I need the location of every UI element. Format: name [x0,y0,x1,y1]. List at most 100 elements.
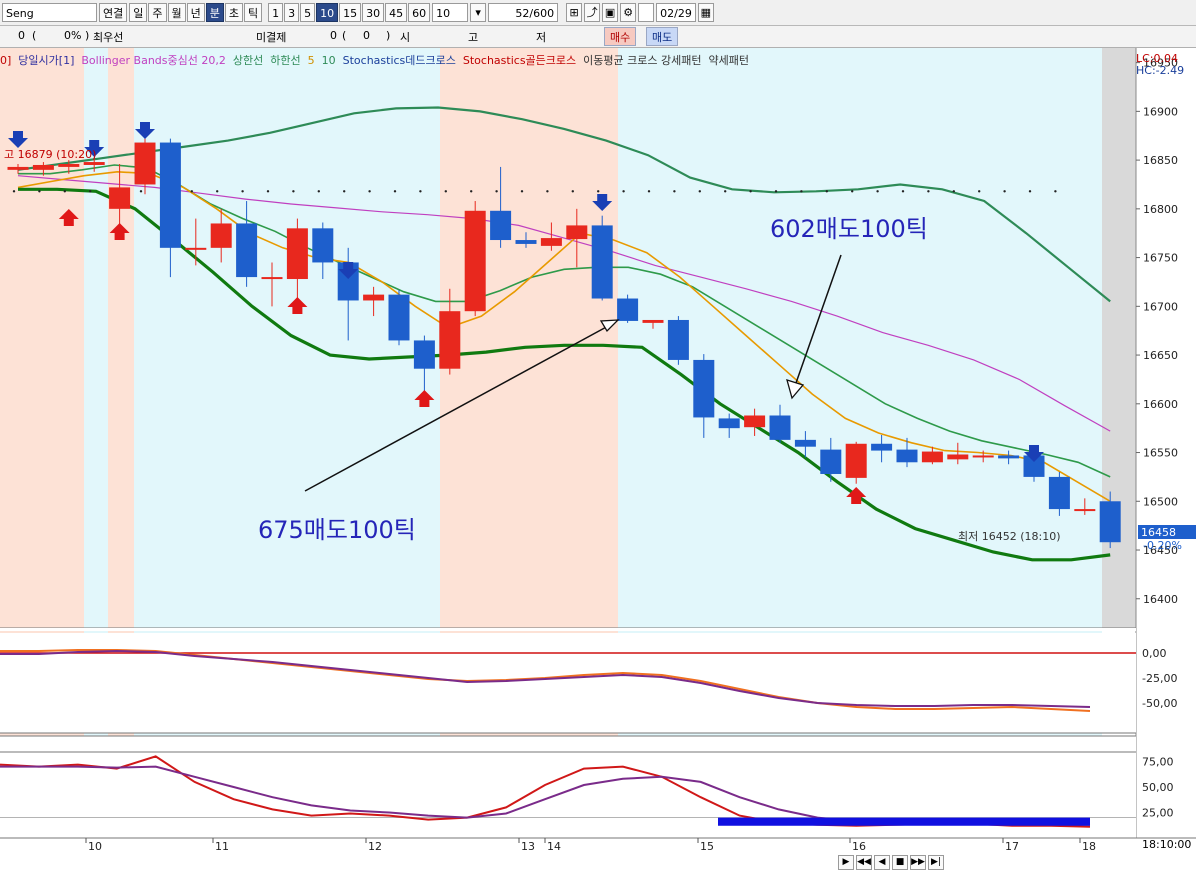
link-button[interactable]: 연결 [99,3,128,22]
candle-body [617,298,639,321]
interval-button-5[interactable]: 5 [300,3,316,22]
interval-button-45[interactable]: 45 [385,3,408,22]
panel2-bg [0,633,1136,733]
open-price-dot [825,190,828,193]
time-now-label: 18:10:00 [1142,838,1191,851]
legend-item-9: 이동평균 크로스 강세패턴 [583,54,702,67]
info-bar: 0 ( 0% ) 최우선 미결제 0 ( 0 ) 시 고 저 매수 매도 [0,26,1196,48]
sell-button[interactable]: 매도 [646,27,679,46]
legend-item-6: 10 [321,54,336,67]
x-tick-label: 12 [368,840,382,853]
chevron-down-icon[interactable]: ▾ [470,3,487,22]
legend-item-2: Bollinger Bands중심선 20,2 [81,54,226,67]
interval-select-value: 10 [436,7,451,20]
end-icon[interactable]: ▶| [928,855,944,870]
open-price-dot [343,190,346,193]
interval-button-60[interactable]: 60 [408,3,431,22]
open-price-dot [774,190,778,193]
open-price-dot [520,190,524,193]
candle-body [58,164,80,167]
interval-button-3[interactable]: 3 [284,3,300,22]
open-price-dot [622,190,625,193]
gear-icon[interactable]: ⚙ [620,3,637,22]
interval-button-1[interactable]: 1 [268,3,284,22]
info-val2: 0 [330,29,337,42]
legend-item-1: 당일시가[1] [18,54,75,67]
label-open: 시 [400,31,411,44]
trend-icon[interactable]: ⤴ [584,3,601,22]
label-unfilled: 미결제 [256,31,287,44]
y-tick-label: 16750 [1143,252,1178,265]
panel2-tick-label: -50,00 [1142,697,1177,710]
open-price-dot [317,190,320,193]
period-button-3[interactable]: 년 [186,3,205,22]
crosshair-icon[interactable]: ⊞ [566,3,583,22]
candle-body [515,240,537,244]
period-button-0[interactable]: 일 [129,3,148,22]
save-icon[interactable]: ▣ [602,3,619,22]
candle-body [642,319,664,323]
interval-button-15[interactable]: 15 [339,3,362,22]
period-group: 일주월년분초틱 [129,3,263,22]
open-price-dot [419,190,422,193]
panel3-tick-label: 25,00 [1142,807,1174,820]
candle-body [159,142,181,248]
y-tick-label: 16600 [1143,398,1178,411]
period-button-2[interactable]: 월 [167,3,186,22]
candle-body [286,228,308,280]
interval-button-30[interactable]: 30 [362,3,385,22]
open-price-dot [927,190,930,193]
candle-body [185,247,207,250]
stop-icon[interactable]: ■ [892,855,908,870]
back-icon[interactable]: ◀ [874,855,890,870]
candle-body [261,277,283,280]
date-field[interactable]: 02/29 [656,3,696,22]
x-tick-label: 14 [547,840,561,853]
y-tick-label: 16500 [1143,495,1178,508]
label-high: 고 [468,31,479,44]
open-price-dot [12,190,16,193]
checkbox-icon[interactable] [638,3,655,22]
candle-body [921,451,943,463]
open-price-dot [851,190,854,193]
candle-body [718,418,740,429]
interval-select[interactable]: 10 [432,3,469,22]
legend-item-4: 하한선 [270,54,301,67]
open-price-dot [495,190,498,193]
period-button-4[interactable]: 분 [205,3,224,22]
open-price-dot [368,190,371,193]
open-price-dot [1054,190,1057,193]
candle-body [83,162,105,165]
legend-item-5: 5 [307,54,315,67]
legend-item-7: Stochastics데드크로스 [342,54,456,67]
open-price-dot [470,190,473,193]
open-price-dot [876,190,879,193]
candle-body [769,415,791,440]
x-tick-label: 10 [88,840,102,853]
x-tick-label: 13 [521,840,535,853]
count-total: /600 [529,7,555,20]
panel3-tick-label: 75,00 [1142,756,1174,769]
calendar-icon[interactable]: ▦ [697,3,714,22]
buy-button[interactable]: 매수 [604,27,637,46]
candle-body [998,455,1020,459]
candle-body [845,443,867,478]
period-button-5[interactable]: 초 [224,3,243,22]
candle-body [363,294,385,301]
candle-body [693,359,715,418]
play-icon[interactable]: ▶ [838,855,854,870]
period-button-1[interactable]: 주 [148,3,167,22]
open-price-dot [444,190,447,193]
interval-button-10[interactable]: 10 [316,3,339,22]
scroll-controls: ▶ ◀◀ ◀ ■ ▶▶ ▶| [838,855,944,871]
forward-icon[interactable]: ▶▶ [910,855,926,870]
panel2-tick-label: 0,00 [1142,647,1167,660]
period-button-6[interactable]: 틱 [244,3,263,22]
open-price-dot [216,190,219,193]
open-price-dot [901,190,905,193]
count-field[interactable]: 52/600 [488,3,559,22]
symbol-field[interactable]: Seng Index(24.0 [2,3,97,22]
rewind-icon[interactable]: ◀◀ [856,855,872,870]
info-paren1-close: ) [85,29,90,42]
candle-body [388,294,410,341]
